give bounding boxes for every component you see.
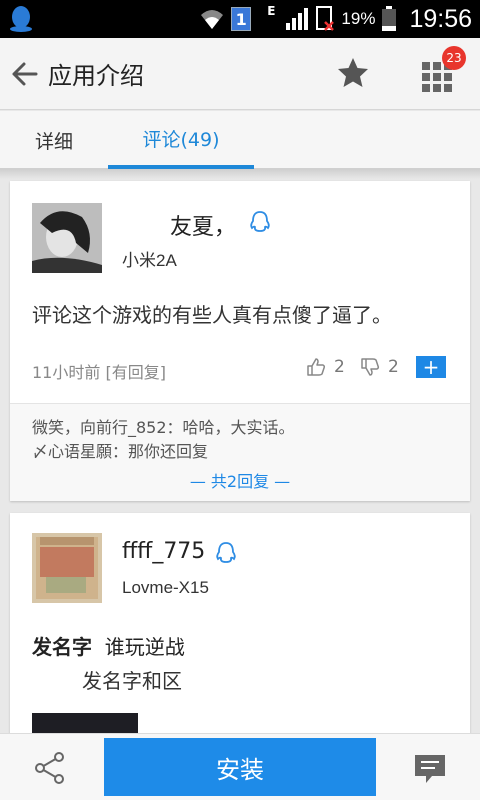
device-model: Lovme-X15 — [122, 578, 209, 597]
signal-icon — [286, 8, 309, 30]
more-replies-link[interactable]: — 共2回复 — — [10, 468, 470, 492]
comment-body: 评论这个游戏的有些人真有点傻了逼了。 — [32, 303, 392, 327]
dislike-count: 2 — [388, 357, 399, 377]
avatar[interactable] — [32, 203, 102, 273]
like-control[interactable]: 2 — [306, 357, 345, 377]
battery-percent: 19% — [341, 9, 376, 28]
device-model: 小米2A — [122, 251, 177, 270]
comment-body-line: 发名字和区 — [82, 669, 182, 693]
status-icons: 1 E 19% 19:56 — [199, 0, 472, 38]
app-header: 应用介绍 23 — [0, 38, 480, 110]
qq-icon — [216, 542, 236, 563]
thumbs-up-icon — [307, 358, 326, 376]
avatar[interactable] — [32, 533, 102, 603]
network-type: E — [267, 4, 276, 18]
dislike-control[interactable]: 2 — [360, 357, 399, 377]
tab-detail[interactable]: 详细 — [0, 111, 108, 169]
divider-shadow — [0, 169, 480, 179]
status-bar: 1 E 19% 19:56 — [0, 0, 480, 38]
comment-username[interactable]: ffff_775 — [122, 539, 205, 564]
clock: 19:56 — [409, 4, 472, 33]
comment-message-icon[interactable] — [412, 752, 448, 786]
sim-error-icon — [316, 6, 335, 31]
favorite-star-icon[interactable] — [336, 56, 370, 90]
apps-count-badge: 23 — [442, 46, 466, 70]
bottom-action-bar: 安装 — [0, 733, 480, 800]
tab-comments[interactable]: 评论(49) — [108, 111, 254, 169]
back-arrow-icon[interactable] — [10, 60, 38, 88]
like-count: 2 — [334, 357, 345, 377]
wifi-icon — [201, 10, 224, 29]
comment-card: 友夏， 小米2A 评论这个游戏的有些人真有点傻了逼了。 11小时前 [有回复] … — [10, 181, 470, 501]
page-title: 应用介绍 — [48, 62, 144, 90]
comment-time: 11小时前 [有回复] — [32, 363, 166, 382]
comment-body: 发名字 谁玩逆战 — [32, 631, 185, 660]
comment-username[interactable]: 友夏， — [170, 209, 236, 241]
reply-list: 微笑，向前行_852：哈哈，大实话。 〆心语星願：那你还回复 — 共2回复 — — [10, 403, 470, 501]
qq-notification-icon — [10, 6, 32, 32]
comment-title-bold: 发名字 — [32, 635, 92, 659]
thumbs-down-icon — [361, 358, 380, 376]
comment-title-rest: 谁玩逆战 — [104, 635, 185, 659]
reply-item: 〆心语星願：那你还回复 — [32, 442, 209, 461]
battery-icon — [382, 6, 397, 31]
install-button[interactable]: 安装 — [104, 738, 376, 796]
reply-plus-button[interactable]: + — [416, 356, 446, 378]
share-icon[interactable] — [32, 750, 68, 786]
qq-icon — [250, 211, 270, 232]
comment-card: ffff_775 Lovme-X15 发名字 谁玩逆战 发名字和区 — [10, 513, 470, 753]
tab-bar: 详细 评论(49) — [0, 111, 480, 169]
reply-item: 微笑，向前行_852：哈哈，大实话。 — [32, 418, 295, 437]
notification-count-badge: 1 — [231, 7, 252, 31]
